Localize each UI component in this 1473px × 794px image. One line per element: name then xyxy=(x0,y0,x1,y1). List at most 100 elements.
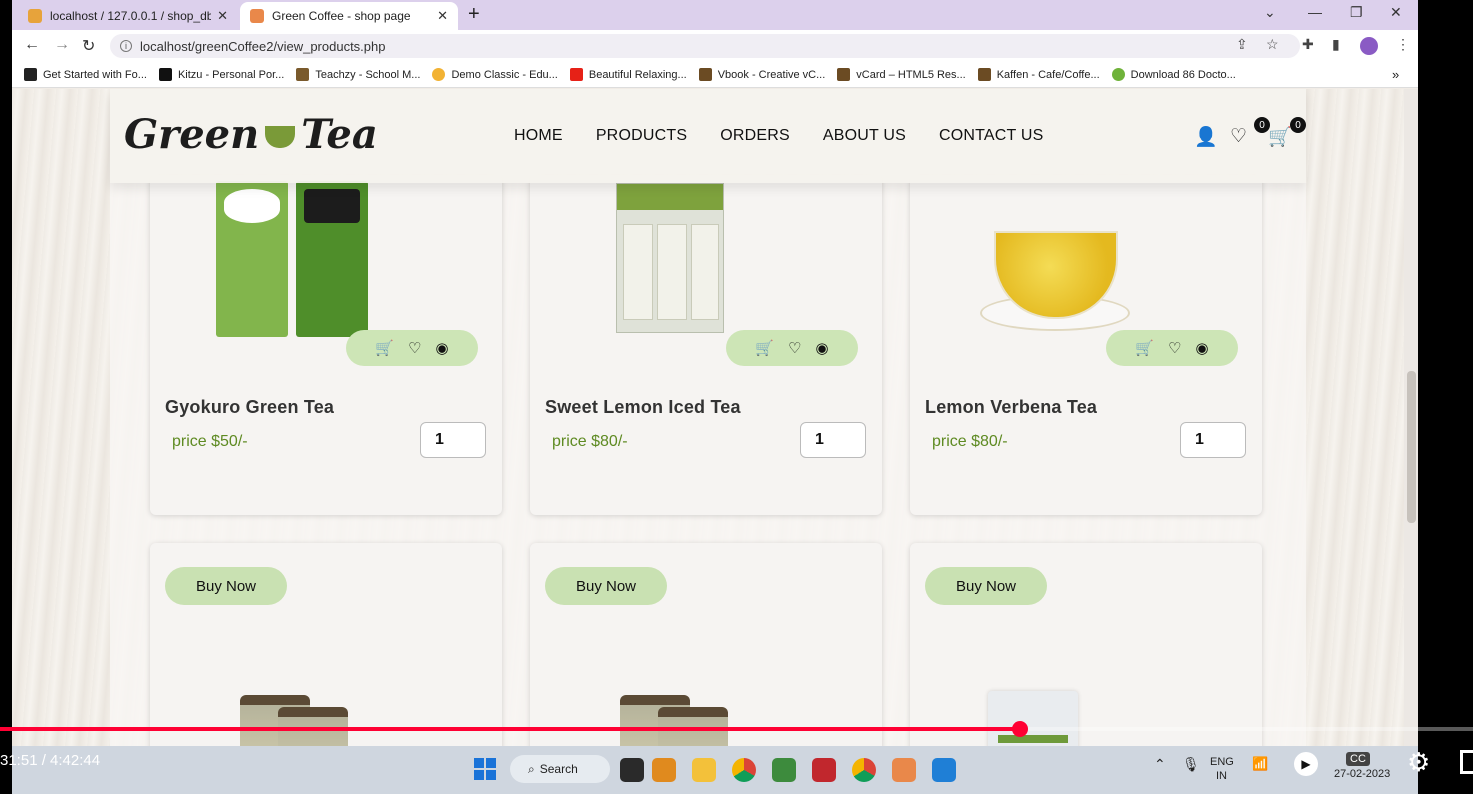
logo-text-left: Green xyxy=(124,111,260,158)
windows-start-icon[interactable] xyxy=(474,758,496,780)
reload-icon[interactable]: ↻ xyxy=(82,36,95,56)
cart-icon[interactable]: 🛒 xyxy=(1268,125,1292,149)
menu-dots-icon[interactable]: ⋮ xyxy=(1396,36,1410,53)
wishlist-heart-icon[interactable]: ♡ xyxy=(788,339,801,357)
buy-now-button[interactable]: Buy Now xyxy=(545,567,667,605)
wifi-icon[interactable]: 📶 xyxy=(1252,756,1268,772)
tea-cup-logo-icon xyxy=(265,125,296,148)
nav-contact-us[interactable]: CONTACT US xyxy=(939,127,1044,145)
share-icon[interactable]: ⇪ xyxy=(1236,36,1248,53)
close-window-icon[interactable]: ✕ xyxy=(1390,4,1402,21)
side-panel-icon[interactable]: ▮ xyxy=(1332,36,1340,53)
url-text: localhost/greenCoffee2/view_products.php xyxy=(140,38,386,54)
bookmark-item[interactable]: Download 86 Docto... xyxy=(1111,68,1236,81)
region-indicator: IN xyxy=(1216,770,1227,782)
product-card: Buy Now xyxy=(150,543,502,746)
bookmarks-overflow-icon[interactable]: » xyxy=(1392,67,1399,82)
quantity-input[interactable] xyxy=(1180,422,1246,458)
bookmark-icon xyxy=(977,68,991,81)
page-scrollbar[interactable] xyxy=(1404,89,1418,746)
tab-phpmyadmin[interactable]: localhost / 127.0.0.1 / shop_db / ✕ xyxy=(18,2,238,30)
view-eye-icon[interactable]: ◉ xyxy=(436,339,449,357)
language-indicator[interactable]: ENG xyxy=(1210,756,1234,768)
tab-search-icon[interactable]: ⌄ xyxy=(1264,4,1276,21)
back-icon[interactable]: ← xyxy=(24,36,40,54)
wishlist-heart-icon[interactable]: ♡ xyxy=(408,339,421,357)
add-to-cart-icon[interactable]: 🛒 xyxy=(755,339,774,357)
video-progress-fill xyxy=(0,727,1020,731)
bookmark-label: Vbook - Creative vC... xyxy=(717,68,826,81)
user-icon[interactable]: 👤 xyxy=(1194,125,1218,149)
close-tab-icon[interactable]: ✕ xyxy=(437,8,448,24)
minimize-icon[interactable]: — xyxy=(1308,4,1322,20)
product-name: Lemon Verbena Tea xyxy=(925,397,1098,417)
settings-gear-icon[interactable]: ⚙ xyxy=(1407,747,1430,778)
product-price: price $80/- xyxy=(552,433,628,450)
youtube-icon xyxy=(569,68,583,81)
taskbar-search[interactable]: ⌕ Search xyxy=(510,755,610,783)
nav-about-us[interactable]: ABOUT US xyxy=(823,127,906,145)
taskbar: ⌕ Search ⌃ 🎙 ENG IN 📶 xyxy=(12,746,1418,794)
bookmark-item[interactable]: Teachzy - School M... xyxy=(296,68,420,81)
add-to-cart-icon[interactable]: 🛒 xyxy=(375,339,394,357)
phpmyadmin-icon xyxy=(28,9,42,23)
bookmark-item[interactable]: Demo Classic - Edu... xyxy=(432,68,558,81)
captions-icon[interactable]: CC xyxy=(1346,752,1370,766)
taskbar-app-icon[interactable] xyxy=(812,758,836,782)
vscode-icon[interactable] xyxy=(932,758,956,782)
nav-products[interactable]: PRODUCTS xyxy=(596,127,687,145)
profile-avatar[interactable] xyxy=(1360,37,1378,55)
quantity-input[interactable] xyxy=(800,422,866,458)
bookmark-item[interactable]: vCard – HTML5 Res... xyxy=(837,68,966,81)
chrome-icon[interactable] xyxy=(732,758,756,782)
tray-chevron-icon[interactable]: ⌃ xyxy=(1154,756,1166,773)
buy-now-button[interactable]: Buy Now xyxy=(925,567,1047,605)
bookmark-star-icon[interactable]: ☆ xyxy=(1266,36,1279,53)
address-bar[interactable]: i localhost/greenCoffee2/view_products.p… xyxy=(110,34,1300,58)
new-tab-icon[interactable]: + xyxy=(468,3,480,26)
taskbar-app-icon[interactable] xyxy=(772,758,796,782)
wishlist-heart-icon[interactable]: ♡ xyxy=(1168,339,1181,357)
bookmark-icon xyxy=(158,68,172,81)
view-eye-icon[interactable]: ◉ xyxy=(816,339,829,357)
microphone-icon[interactable]: 🎙 xyxy=(1182,756,1200,773)
tab-shop-page[interactable]: Green Coffee - shop page ✕ xyxy=(240,2,458,30)
product-card: 🛒 ♡ ◉ Sweet Lemon Iced Tea price $80/- xyxy=(530,175,882,515)
nav-orders[interactable]: ORDERS xyxy=(720,127,790,145)
bookmark-item[interactable]: Kitzu - Personal Por... xyxy=(158,68,284,81)
close-tab-icon[interactable]: ✕ xyxy=(217,8,228,24)
extensions-icon[interactable]: ✚ xyxy=(1302,36,1314,53)
buy-now-button[interactable]: Buy Now xyxy=(165,567,287,605)
product-actions: 🛒 ♡ ◉ xyxy=(726,330,858,366)
taskbar-app-icon[interactable] xyxy=(892,758,916,782)
tab-label: localhost / 127.0.0.1 / shop_db / xyxy=(50,9,212,23)
site-favicon-icon xyxy=(250,9,264,23)
chrome-profile-icon[interactable] xyxy=(852,758,876,782)
play-toggle-icon[interactable]: ▶ xyxy=(1294,752,1318,776)
forward-icon[interactable]: → xyxy=(54,36,70,54)
product-card: 🛒 ♡ ◉ Lemon Verbena Tea price $80/- xyxy=(910,175,1262,515)
fullscreen-icon[interactable] xyxy=(1460,750,1473,774)
nav-home[interactable]: HOME xyxy=(514,127,563,145)
product-price: price $80/- xyxy=(932,433,1008,450)
add-to-cart-icon[interactable]: 🛒 xyxy=(1135,339,1154,357)
video-scrubber-handle[interactable] xyxy=(1012,721,1028,737)
bookmark-item[interactable]: Beautiful Relaxing... xyxy=(569,68,687,81)
tab-label: Green Coffee - shop page xyxy=(272,9,411,23)
scrollbar-thumb[interactable] xyxy=(1407,371,1416,523)
wishlist-heart-icon[interactable]: ♡ xyxy=(1230,125,1247,148)
task-view-icon[interactable] xyxy=(620,758,644,782)
quantity-input[interactable] xyxy=(420,422,486,458)
bookmark-icon xyxy=(432,68,446,81)
view-eye-icon[interactable]: ◉ xyxy=(1196,339,1209,357)
bookmark-label: Download 86 Docto... xyxy=(1130,68,1236,81)
sublime-text-icon[interactable] xyxy=(652,758,676,782)
bookmark-item[interactable]: Kaffen - Cafe/Coffe... xyxy=(977,68,1100,81)
restore-icon[interactable]: ❐ xyxy=(1350,4,1363,21)
bookmark-item[interactable]: Get Started with Fo... xyxy=(24,68,147,81)
site-logo[interactable]: Green Tea xyxy=(124,111,378,158)
site-info-icon[interactable]: i xyxy=(120,40,132,52)
video-timecode: 31:51 / 4:42:44 xyxy=(0,752,101,769)
file-explorer-icon[interactable] xyxy=(692,758,716,782)
bookmark-item[interactable]: Vbook - Creative vC... xyxy=(698,68,826,81)
